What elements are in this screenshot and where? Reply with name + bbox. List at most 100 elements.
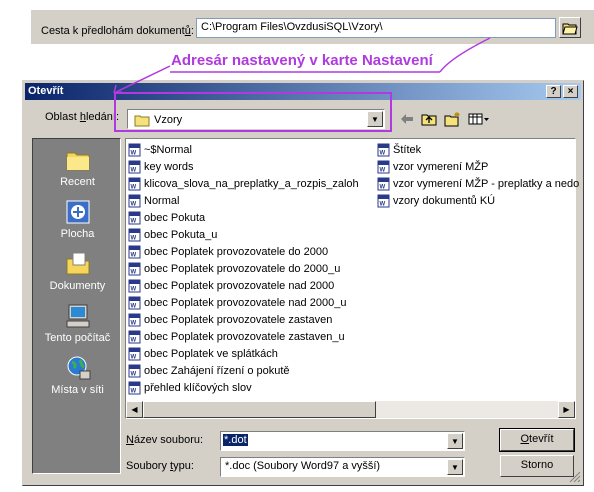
chevron-down-icon[interactable]: ▼: [447, 433, 463, 449]
file-name: obec Poplatek provozovatele do 2000: [144, 245, 329, 258]
folder-icon: [134, 115, 150, 126]
cancel-button[interactable]: Storno: [500, 455, 574, 477]
up-folder-button[interactable]: [419, 110, 439, 128]
places-bar: Recent Plocha Dokumenty Tento počítač Mí…: [32, 138, 121, 474]
file-name: key words: [144, 160, 194, 173]
file-item[interactable]: Wobec Poplatek ve splátkách: [128, 345, 359, 362]
chevron-down-icon[interactable]: ▼: [367, 111, 383, 127]
svg-text:W: W: [131, 388, 137, 394]
svg-text:W: W: [131, 252, 137, 258]
svg-text:W: W: [131, 167, 137, 173]
svg-text:W: W: [380, 184, 386, 190]
open-folder-icon: [562, 23, 578, 34]
filename-input[interactable]: *.dot ▼: [220, 431, 465, 451]
word-document-icon: W: [128, 160, 141, 173]
file-item[interactable]: W ~$Normal: [128, 141, 359, 158]
scroll-right-button[interactable]: ▶: [558, 401, 575, 418]
file-name: obec Poplatek provozovatele zastaven: [144, 313, 333, 326]
new-folder-button[interactable]: [442, 110, 462, 128]
scroll-left-button[interactable]: ◀: [126, 401, 143, 418]
file-item[interactable]: Wklicova_slova_na_preplatky_a_rozpis_zal…: [128, 175, 359, 192]
file-name: obec Zahájení řízení o pokutě: [144, 364, 290, 377]
word-document-icon: W: [128, 228, 141, 241]
annotation-callout: Adresár nastavený v karte Nastavení: [171, 52, 433, 69]
file-item[interactable]: Wobec Poplatek provozovatele nad 2000: [128, 277, 359, 294]
file-item[interactable]: Wobec Poplatek provozovatele zastaven: [128, 311, 359, 328]
desktop-icon: [66, 200, 89, 224]
file-column: W ~$Normal Wkey words Wklicova_slova_na_pre…: [128, 141, 359, 396]
dialog-title: Otevřít: [28, 85, 64, 97]
svg-text:W: W: [380, 167, 386, 173]
place-computer[interactable]: Tento počítač: [33, 303, 122, 344]
file-item[interactable]: Wobec Poplatek provozovatele nad 2000_u: [128, 294, 359, 311]
network-places-icon: [67, 356, 90, 380]
file-name: vzor vymerení MŽP - preplatky a nedo: [393, 177, 580, 190]
file-item[interactable]: Wpřehled klíčových slov: [128, 379, 359, 396]
open-button[interactable]: Otevřít: [499, 428, 575, 452]
view-menu-button[interactable]: [466, 110, 492, 128]
svg-text:W: W: [131, 320, 137, 326]
settings-panel: Cesta k předlohám dokumentů: C:\Program …: [31, 10, 594, 44]
resize-grip-icon[interactable]: [569, 471, 581, 483]
place-label: Tento počítač: [44, 332, 111, 344]
file-name: obec Poplatek provozovatele nad 2000_u: [144, 296, 347, 309]
svg-text:W: W: [131, 201, 137, 207]
horizontal-scrollbar[interactable]: ◀ ▶: [126, 401, 575, 418]
back-arrow-icon: [401, 114, 413, 124]
open-file-dialog: Otevřít ? × Oblast hledání: Vzory ▼ Rece…: [22, 80, 584, 486]
svg-text:W: W: [131, 286, 137, 292]
word-document-icon: W: [128, 296, 141, 309]
file-item[interactable]: Wobec Poplatek provozovatele zastaven_u: [128, 328, 359, 345]
word-document-icon: W: [377, 194, 390, 207]
word-document-icon: W: [128, 143, 141, 156]
word-document-icon: W: [128, 364, 141, 377]
file-name: obec Poplatek provozovatele nad 2000: [144, 279, 335, 292]
file-item[interactable]: Wobec Pokuta_u: [128, 226, 359, 243]
place-documents[interactable]: Dokumenty: [33, 251, 122, 292]
place-network[interactable]: Místa v síti: [33, 355, 122, 396]
file-item[interactable]: Wvzor vymerení MŽP - preplatky a nedo: [377, 175, 579, 192]
place-desktop[interactable]: Plocha: [33, 199, 122, 240]
browse-folder-button[interactable]: [559, 17, 581, 38]
template-path-label: Cesta k předlohám dokumentů:: [41, 25, 194, 37]
my-documents-icon: [66, 252, 89, 275]
my-computer-icon: [66, 304, 89, 328]
file-item[interactable]: Wobec Poplatek provozovatele do 2000_u: [128, 260, 359, 277]
filetype-dropdown[interactable]: *.doc (Soubory Word97 a vyšší) ▼: [220, 457, 465, 477]
svg-text:W: W: [131, 235, 137, 241]
file-name: vzory dokumentů KÚ: [393, 194, 496, 207]
file-item[interactable]: Wobec Zahájení řízení o pokutě: [128, 362, 359, 379]
filename-label: Název souboru:: [126, 434, 204, 446]
svg-text:W: W: [131, 218, 137, 224]
word-document-icon: W: [377, 143, 390, 156]
place-recent[interactable]: Recent: [33, 147, 122, 188]
word-document-icon: W: [128, 194, 141, 207]
back-button[interactable]: [397, 110, 417, 128]
lookin-dropdown[interactable]: Vzory ▼: [127, 109, 385, 129]
chevron-down-icon[interactable]: ▼: [447, 459, 463, 475]
word-document-icon: W: [377, 160, 390, 173]
file-list: W ~$Normal Wkey words Wklicova_slova_na_pre…: [125, 138, 579, 419]
file-name: klicova_slova_na_preplatky_a_rozpis_zalo…: [144, 177, 359, 190]
word-document-icon: W: [128, 313, 141, 326]
file-item[interactable]: Wvzor vymerení MŽP: [377, 158, 579, 175]
word-document-icon: W: [128, 330, 141, 343]
help-button[interactable]: ?: [546, 85, 561, 98]
file-item[interactable]: W Štítek: [377, 141, 579, 158]
filetype-label: Soubory typu:: [126, 460, 194, 472]
file-name: Normal: [144, 194, 180, 207]
recent-folder-icon: [66, 152, 89, 171]
close-button[interactable]: ×: [563, 85, 578, 98]
place-label: Dokumenty: [49, 280, 106, 292]
svg-text:W: W: [131, 337, 137, 343]
file-item[interactable]: Wkey words: [128, 158, 359, 175]
svg-text:W: W: [380, 201, 386, 207]
template-path-field[interactable]: C:\Program Files\OvzdusiSQL\Vzory\: [196, 18, 556, 38]
file-item[interactable]: W Normal: [128, 192, 359, 209]
file-item[interactable]: Wobec Poplatek provozovatele do 2000: [128, 243, 359, 260]
file-item[interactable]: Wvzory dokumentů KÚ: [377, 192, 579, 209]
file-item[interactable]: Wobec Pokuta: [128, 209, 359, 226]
word-document-icon: W: [128, 262, 141, 275]
scroll-thumb[interactable]: [143, 401, 376, 418]
svg-text:W: W: [131, 269, 137, 275]
